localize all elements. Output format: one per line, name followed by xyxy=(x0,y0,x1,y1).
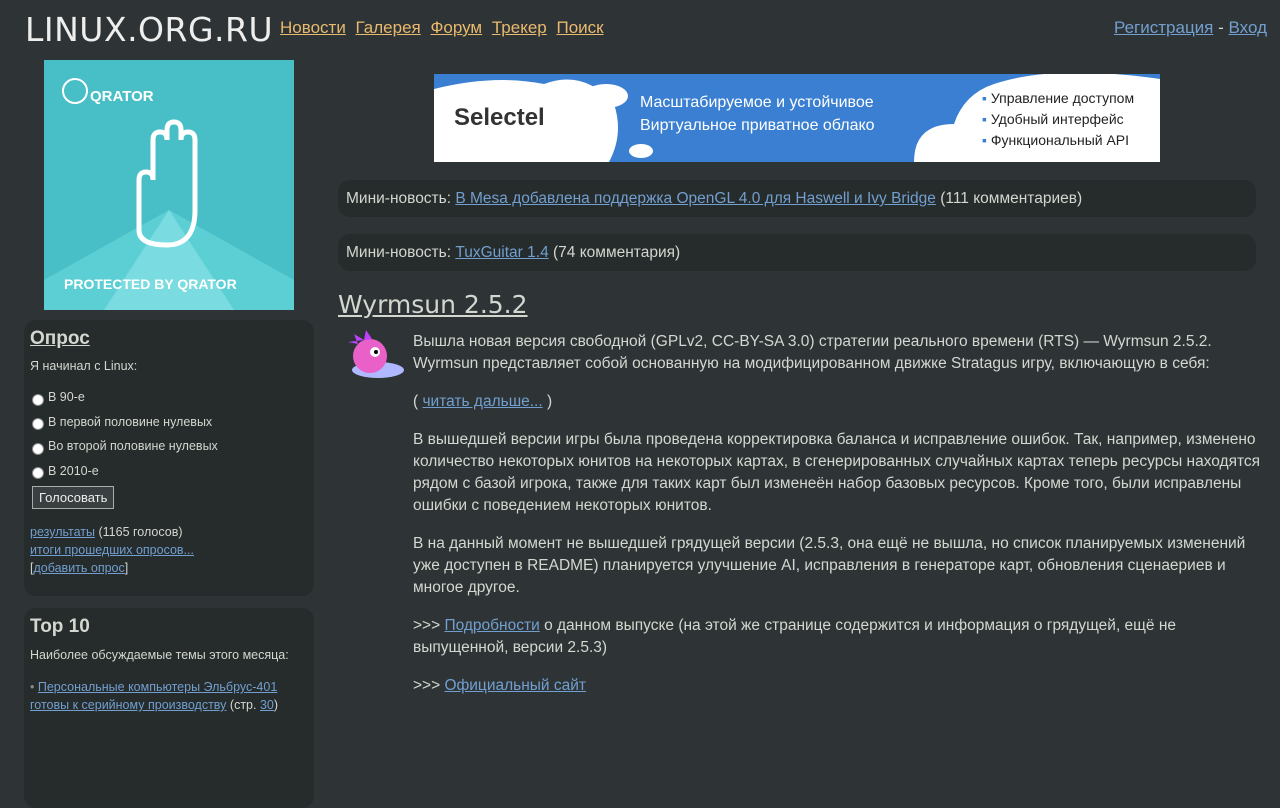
page-link[interactable]: 30 xyxy=(260,698,274,712)
ad-features: ▪ Управление доступом ▪ Удобный интерфей… xyxy=(982,88,1134,151)
pages-close: ) xyxy=(273,698,279,712)
top10-subtitle: Наиболее обсуждаемые темы этого месяца: xyxy=(30,648,289,662)
mini-news-item: Мини-новость: В Mesa добавлена поддержка… xyxy=(338,180,1256,217)
radio-button[interactable] xyxy=(32,418,44,431)
bracket: ] xyxy=(124,561,129,575)
top10-box: Top 10 Наиболее обсуждаемые темы этого м… xyxy=(24,608,314,808)
poll-option[interactable]: В 2010-е xyxy=(32,459,308,484)
bullet-icon: • xyxy=(30,680,38,694)
top10-title: Top 10 xyxy=(30,616,90,637)
site-logo[interactable]: LINUX.ORG.RU xyxy=(25,10,273,49)
qrator-brand: QRATOR xyxy=(90,88,154,105)
selectel-logo: Selectel xyxy=(454,104,545,131)
mini-news-item: Мини-новость: TuxGuitar 1.4 (74 коммента… xyxy=(338,234,1256,271)
article-paragraph: В на данный момент не вышедшей грядущей … xyxy=(413,535,1246,596)
article-paragraph: >>> Подробности о данном выпуске (на это… xyxy=(413,617,1177,656)
ad-line2: Виртуальное приватное облако xyxy=(640,117,875,134)
ad-line1: Масштабируемое и устойчивое xyxy=(640,94,874,111)
main-nav: Новости Галерея Форум Трекер Поиск xyxy=(280,18,609,38)
past-polls-link[interactable]: итоги прошедших опросов... xyxy=(30,543,194,557)
poll-option[interactable]: В 90-е xyxy=(32,385,308,410)
poll-votes: (1165 голосов) xyxy=(98,525,183,539)
poll-option-label: Во второй половине нулевых xyxy=(48,439,218,454)
ad-feature: ▪ Функциональный API xyxy=(982,132,1130,148)
poll-title-link[interactable]: Опрос xyxy=(30,328,90,349)
register-link[interactable]: Регистрация xyxy=(1114,18,1213,37)
ad-feature: ▪ Удобный интерфейс xyxy=(982,111,1124,127)
read-more: ( читать дальше... ) xyxy=(413,393,553,410)
poll-question: Я начинал с Linux: xyxy=(30,359,138,373)
poll-title: Опрос xyxy=(30,328,308,350)
nav-search[interactable]: Поиск xyxy=(556,18,603,37)
radio-button[interactable] xyxy=(32,442,44,455)
radio-button[interactable] xyxy=(32,467,44,480)
nav-gallery[interactable]: Галерея xyxy=(356,18,421,37)
mini-news-link[interactable]: TuxGuitar 1.4 xyxy=(455,244,548,261)
pages-label: (стр. xyxy=(229,698,257,712)
nav-forum[interactable]: Форум xyxy=(430,18,482,37)
mini-news-comments: (74 комментария) xyxy=(553,244,681,261)
nav-tracker[interactable]: Трекер xyxy=(492,18,547,37)
nav-news[interactable]: Новости xyxy=(280,18,346,37)
article-paragraph: >>> Официальный сайт xyxy=(413,677,587,694)
mini-news-label: Мини-новость: xyxy=(346,190,452,207)
qrator-banner[interactable]: QRATOR PROTECTED BY QRATOR xyxy=(44,60,294,310)
mini-news-link[interactable]: В Mesa добавлена поддержка OpenGL 4.0 дл… xyxy=(455,190,936,207)
auth-separator: - xyxy=(1218,18,1224,37)
poll-box: Опрос Я начинал с Linux: В 90-е В первой… xyxy=(24,320,314,596)
poll-option[interactable]: Во второй половине нулевых xyxy=(32,434,308,459)
top10-item: • Персональные компьютеры Эльбрус-401 го… xyxy=(30,678,308,714)
poll-option-label: В первой половине нулевых xyxy=(48,414,213,429)
selectel-banner[interactable]: Selectel Масштабируемое и устойчивое Вир… xyxy=(434,74,1160,162)
add-poll-link[interactable]: добавить опрос xyxy=(33,561,124,575)
radio-button[interactable] xyxy=(32,393,44,406)
site-header: LINUX.ORG.RU Новости Галерея Форум Треке… xyxy=(0,0,1280,60)
ad-feature: ▪ Управление доступом xyxy=(982,90,1135,106)
article-body: Вышла новая версия свободной (GPLv2, CC-… xyxy=(413,331,1263,713)
article-title[interactable]: Wyrmsun 2.5.2 xyxy=(338,290,528,319)
qrator-hand-icon xyxy=(44,78,294,310)
read-more-link[interactable]: читать дальше... xyxy=(422,393,542,410)
auth-links: Регистрация - Вход xyxy=(1114,18,1267,38)
poll-links: результаты (1165 голосов) итоги прошедши… xyxy=(30,523,308,577)
article-paragraph: Вышла новая версия свободной (GPLv2, CC-… xyxy=(413,333,1212,372)
official-site-link[interactable]: Официальный сайт xyxy=(444,677,586,694)
mini-news-comments: (111 комментариев) xyxy=(940,190,1083,207)
poll-results-link[interactable]: результаты xyxy=(30,525,95,539)
login-link[interactable]: Вход xyxy=(1229,18,1267,37)
poll-option[interactable]: В первой половине нулевых xyxy=(32,410,308,435)
qrator-caption: PROTECTED BY QRATOR xyxy=(64,276,237,292)
details-link[interactable]: Подробности xyxy=(444,617,539,634)
poll-option-label: В 2010-е xyxy=(48,463,99,478)
mini-news-label: Мини-новость: xyxy=(346,244,452,261)
article-paragraph: В вышедшей версии игры была проведена ко… xyxy=(413,431,1261,514)
game-icon xyxy=(342,330,408,386)
poll-option-label: В 90-е xyxy=(48,390,85,405)
vote-button[interactable]: Голосовать xyxy=(32,486,115,509)
